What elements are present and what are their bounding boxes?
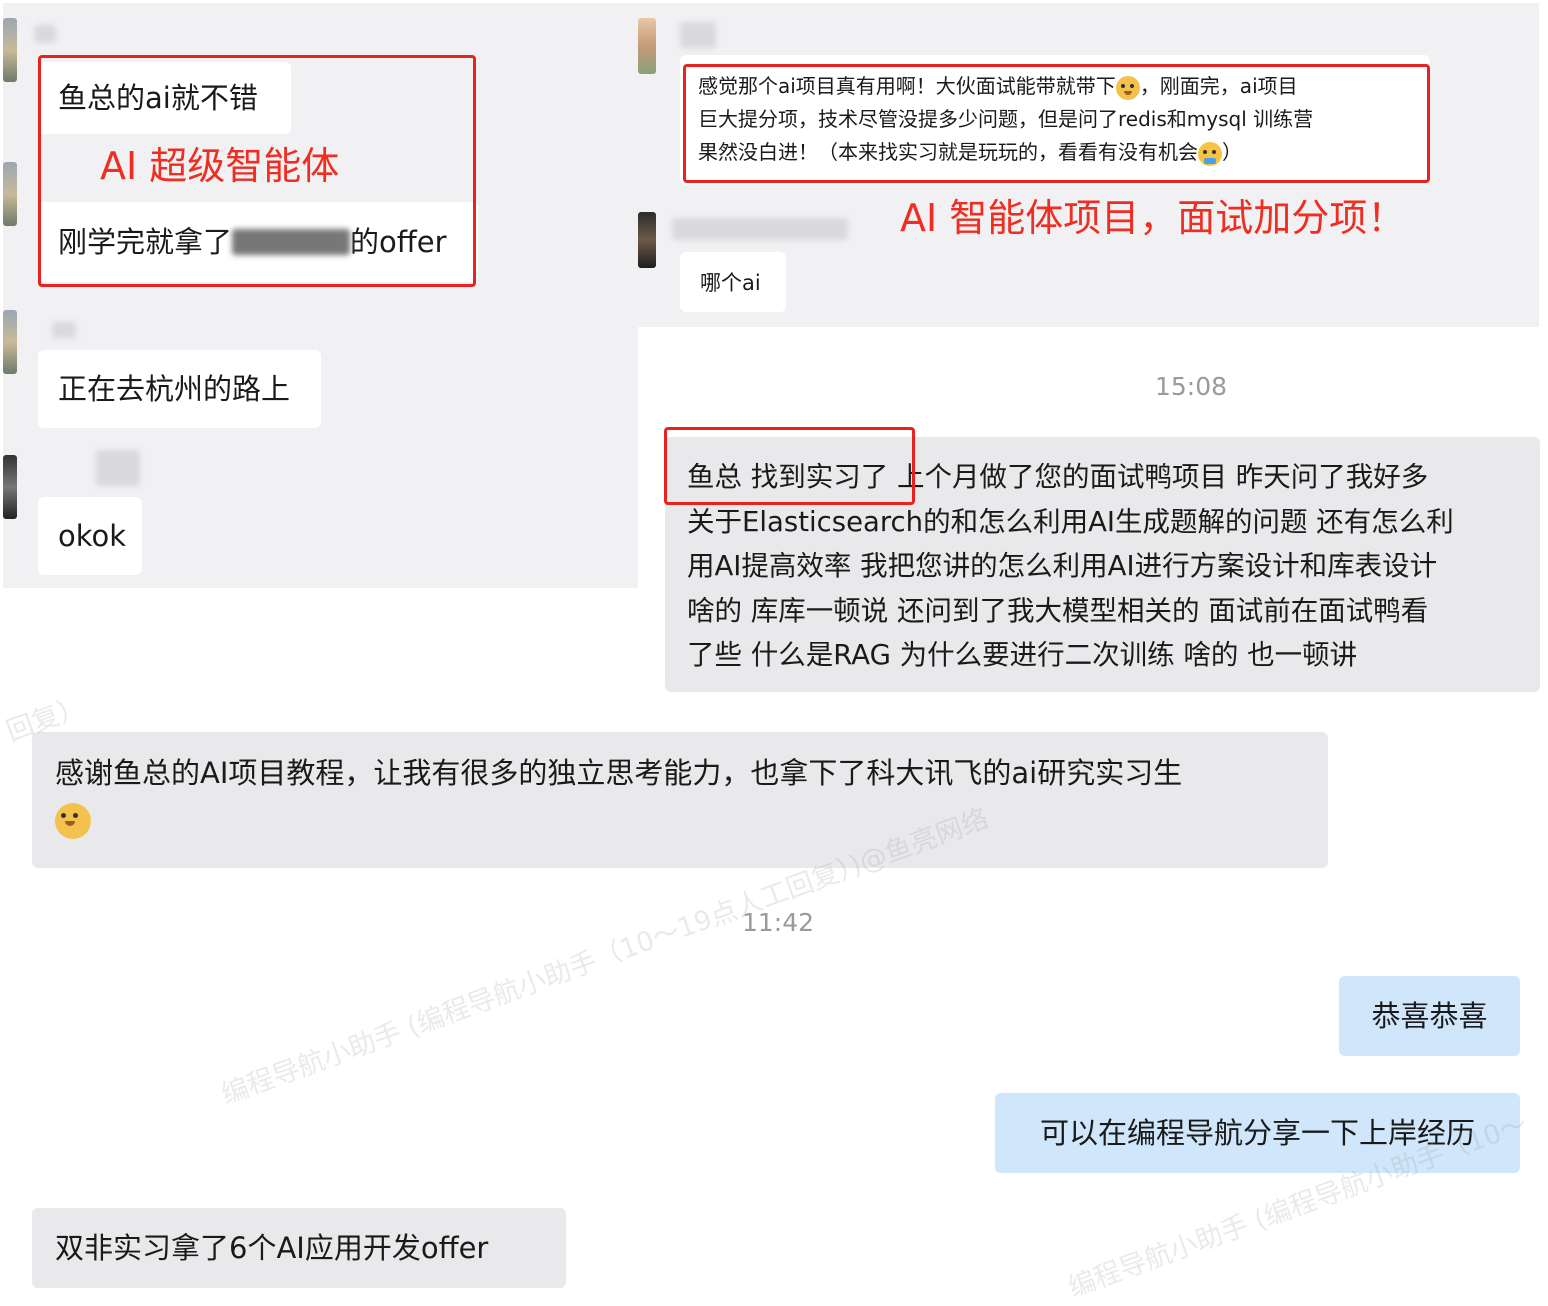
message-text: 感谢鱼总的AI项目教程，让我有很多的独立思考能力，也拿下了科大讯飞的ai研究实习… [55, 750, 1182, 842]
avatar-dark-icon[interactable] [638, 212, 656, 268]
avatar-landscape-icon[interactable] [3, 310, 17, 374]
message-bubble[interactable]: okok [38, 497, 142, 575]
message-text: 哪个ai [700, 271, 761, 295]
message-line: 啥的 库库一顿说 还问到了我大模型相关的 面试前在面试鸭看 [687, 594, 1429, 627]
doge-emoji-icon [55, 803, 91, 839]
highlight-box [38, 55, 476, 287]
highlight-box [683, 64, 1430, 183]
sender-name-redacted [680, 22, 716, 48]
sender-name-redacted [52, 322, 76, 338]
reply-bubble[interactable]: 恭喜恭喜 [1339, 976, 1520, 1056]
message-line: 了些 什么是RAG 为什么要进行二次训练 啥的 也一顿讲 [687, 639, 1358, 671]
avatar-dark-icon[interactable] [3, 455, 17, 519]
avatar-cartoon-icon[interactable] [638, 18, 656, 74]
message-line: 用AI提高效率 我把您讲的怎么利用AI进行方案设计和库表设计 [687, 550, 1438, 582]
annotation-label: AI 智能体项目，面试加分项！ [900, 196, 1406, 240]
sender-name-redacted [672, 218, 848, 240]
message-bubble[interactable]: 双非实习拿了6个AI应用开发offer [32, 1208, 566, 1288]
sender-name-redacted [34, 25, 56, 43]
timestamp: 15:08 [1155, 372, 1228, 401]
message-bubble[interactable]: 哪个ai [680, 252, 786, 312]
avatar-landscape-icon[interactable] [3, 18, 17, 82]
message-text: 恭喜恭喜 [1371, 999, 1488, 1033]
message-bubble[interactable]: 正在去杭州的路上 [38, 350, 321, 428]
message-text: okok [58, 519, 127, 553]
sender-name-redacted [96, 450, 140, 486]
message-text: 双非实习拿了6个AI应用开发offer [55, 1231, 489, 1265]
message-text: 正在去杭州的路上 [58, 372, 291, 406]
avatar-landscape-icon[interactable] [3, 162, 17, 226]
highlight-box [664, 427, 915, 505]
message-line: 关于Elasticsearch的和怎么利用AI生成题解的问题 还有怎么利 [687, 505, 1454, 538]
